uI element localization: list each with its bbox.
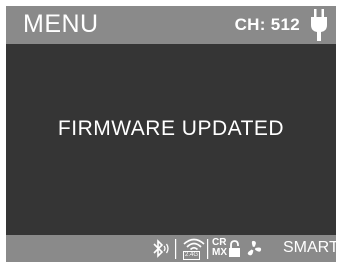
channel-label: CH: 512 — [234, 15, 300, 34]
header-bar: MENU CH: 512 — [6, 6, 336, 44]
separator — [175, 239, 177, 259]
crmx-indicator: CR MX — [212, 238, 227, 258]
device-screen: MENU CH: 512 FIRMWARE UPDATED 2.4G CR MX… — [6, 6, 336, 262]
separator — [207, 239, 209, 259]
mode-label: SMART — [283, 239, 336, 256]
status-bar: 2.4G CR MX SMART — [6, 235, 336, 262]
bluetooth-icon — [153, 239, 169, 258]
crmx-line-2: MX — [212, 247, 227, 258]
wireless-icon — [183, 238, 205, 250]
wireless-band-label: 2.4G — [183, 251, 201, 260]
fan-icon — [247, 240, 262, 256]
plug-icon — [311, 9, 327, 41]
lock-icon — [229, 240, 240, 257]
menu-title[interactable]: MENU — [23, 10, 99, 39]
status-message: FIRMWARE UPDATED — [57, 117, 285, 140]
